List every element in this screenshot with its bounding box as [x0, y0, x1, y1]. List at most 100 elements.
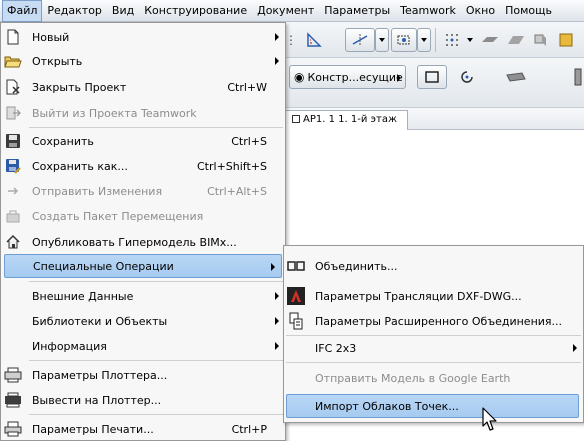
bimx-house-icon — [4, 233, 22, 251]
submenu-arrow-icon — [271, 263, 275, 271]
menu-item-print-setup[interactable]: Параметры Печати... Ctrl+P — [1, 417, 285, 441]
menu-item-save[interactable]: Сохранить Ctrl+S — [1, 129, 285, 153]
menu-window[interactable]: Окно — [461, 0, 500, 22]
ruler-icon[interactable] — [301, 28, 327, 52]
menu-item-save-as[interactable]: Сохранить как... Ctrl+Shift+S — [1, 154, 285, 178]
menu-options[interactable]: Параметры — [319, 0, 395, 22]
menu-item-label: Параметры Трансляции DXF-DWG... — [315, 289, 522, 303]
menu-item-google-earth[interactable]: Отправить Модель в Google Earth — [284, 366, 583, 390]
menu-item-label: Отправить Изменения — [32, 184, 163, 198]
menu-item-label: Новый — [32, 30, 70, 44]
menu-item-info[interactable]: Информация — [1, 334, 285, 358]
file-menu: Новый Открыть Закрыть Проект Ctrl+W Выйт… — [0, 22, 286, 441]
eye-icon: ◉ — [294, 70, 305, 84]
morph-tool-icon[interactable] — [555, 28, 577, 52]
dxf-dwg-icon — [287, 287, 305, 305]
info-toolbar: ◉ Констр...есущие — [285, 58, 584, 108]
menu-item-leave-teamwork[interactable]: Выйти из Проекта Teamwork — [1, 101, 285, 125]
menu-item-label: Отправить Модель в Google Earth — [315, 371, 511, 385]
new-file-icon — [4, 28, 22, 46]
menu-item-label: Создать Пакет Перемещения — [32, 209, 204, 223]
menu-item-merge[interactable]: Объединить... — [284, 254, 583, 278]
menu-item-label: Объединить... — [315, 259, 398, 273]
document-tab-bar: АР1. 1 1. 1-й этаж — [285, 108, 584, 130]
menu-item-label: Импорт Облаков Точек... — [315, 399, 459, 413]
send-changes-icon — [4, 182, 22, 200]
geometry-method-button[interactable] — [417, 65, 447, 89]
menu-document[interactable]: Документ — [252, 0, 319, 22]
menu-view[interactable]: Вид — [107, 0, 139, 22]
menu-item-label: Сохранить — [32, 134, 94, 148]
menu-item-label: Закрыть Проект — [32, 80, 127, 94]
menu-item-label: IFC 2x3 — [315, 341, 357, 355]
package-icon — [4, 207, 22, 225]
menu-file[interactable]: Файл — [2, 0, 43, 22]
menu-item-close-project[interactable]: Закрыть Проект Ctrl+W — [1, 75, 285, 99]
menu-item-label: Параметры Расширенного Объединения... — [315, 314, 563, 328]
menu-teamwork[interactable]: Teamwork — [395, 0, 461, 22]
menu-item-send-changes[interactable]: Отправить Изменения Ctrl+Alt+S — [1, 179, 285, 203]
snap-point-dropdown[interactable] — [417, 28, 431, 52]
beam-tool-icon[interactable] — [503, 65, 529, 89]
shell-tool-icon[interactable] — [529, 28, 551, 52]
menu-item-shortcut: Ctrl+Alt+S — [207, 184, 267, 198]
menu-item-new[interactable]: Новый — [1, 25, 285, 49]
special-operations-submenu: Объединить... Параметры Трансляции DXF-D… — [283, 245, 584, 423]
submenu-arrow-icon — [275, 292, 279, 300]
menu-item-external-data[interactable]: Внешние Данные — [1, 284, 285, 308]
teamwork-exit-icon — [4, 104, 22, 122]
menu-item-dxf-dwg-translation[interactable]: Параметры Трансляции DXF-DWG... — [284, 284, 583, 308]
rotate-icon[interactable] — [455, 65, 479, 89]
floor-plan-icon — [292, 115, 300, 123]
roof-tool-icon[interactable] — [505, 28, 527, 52]
menu-item-ifc[interactable]: IFC 2x3 — [284, 336, 583, 360]
submenu-arrow-icon — [275, 33, 279, 41]
menu-item-shortcut: Ctrl+W — [227, 80, 267, 94]
snap-guide-button[interactable] — [345, 28, 375, 52]
plotter-setup-icon — [4, 366, 22, 384]
menu-item-plotter-setup[interactable]: Параметры Плоттера... — [1, 363, 285, 387]
advanced-merge-icon — [287, 312, 305, 330]
slab-tool-icon[interactable] — [479, 28, 501, 52]
menu-item-label: Опубликовать Гипермодель BIMx... — [32, 235, 237, 249]
column-tool-icon[interactable] — [571, 65, 584, 89]
menu-item-libraries-objects[interactable]: Библиотеки и Объекты — [1, 309, 285, 333]
submenu-arrow-icon — [275, 57, 279, 65]
grid-dots-icon[interactable] — [441, 28, 463, 52]
menu-item-label: Сохранить как... — [32, 159, 128, 173]
menu-item-advanced-merge[interactable]: Параметры Расширенного Объединения... — [284, 309, 583, 333]
chevron-right-icon — [397, 74, 401, 82]
chevron-down-icon — [379, 38, 385, 42]
snap-point-button[interactable] — [391, 28, 417, 52]
snap-guide-dropdown[interactable] — [375, 28, 389, 52]
document-tab-floor-plan[interactable]: АР1. 1 1. 1-й этаж — [285, 110, 408, 130]
menu-item-label: Открыть — [32, 54, 83, 68]
menu-edit[interactable]: Редактор — [42, 0, 107, 22]
menu-separator — [29, 127, 283, 128]
submenu-arrow-icon — [275, 342, 279, 350]
menu-separator — [29, 360, 283, 361]
menu-separator — [29, 281, 283, 282]
toolbar-separator — [435, 28, 436, 52]
menu-item-create-package[interactable]: Создать Пакет Перемещения — [1, 204, 285, 228]
menu-item-import-point-clouds[interactable]: Импорт Облаков Точек... — [286, 394, 579, 418]
menu-item-plot[interactable]: Вывести на Плоттер... — [1, 388, 285, 412]
menu-item-publish-bimx[interactable]: Опубликовать Гипермодель BIMx... — [1, 230, 285, 254]
menu-item-label: Параметры Плоттера... — [32, 368, 168, 382]
submenu-arrow-icon — [275, 317, 279, 325]
save-icon — [4, 132, 22, 150]
menu-item-label: Внешние Данные — [32, 289, 134, 303]
menu-item-shortcut: Ctrl+Shift+S — [197, 159, 267, 173]
menu-item-label: Специальные Операции — [33, 259, 174, 273]
menu-item-open[interactable]: Открыть — [1, 49, 285, 73]
menu-item-shortcut: Ctrl+S — [231, 134, 267, 148]
menu-bar: Файл Редактор Вид Конструирование Докуме… — [0, 0, 584, 22]
layer-combo[interactable]: ◉ Констр...есущие — [289, 65, 406, 89]
menu-help[interactable]: Помощь — [500, 0, 557, 22]
menu-item-special-operations[interactable]: Специальные Операции — [4, 254, 282, 278]
standard-toolbar: ⋮ — [285, 22, 584, 58]
chevron-down-icon[interactable] — [465, 28, 475, 52]
document-tab-label: АР1. 1 1. 1-й этаж — [303, 114, 397, 125]
menu-separator — [286, 362, 581, 363]
menu-design[interactable]: Конструирование — [139, 0, 252, 22]
